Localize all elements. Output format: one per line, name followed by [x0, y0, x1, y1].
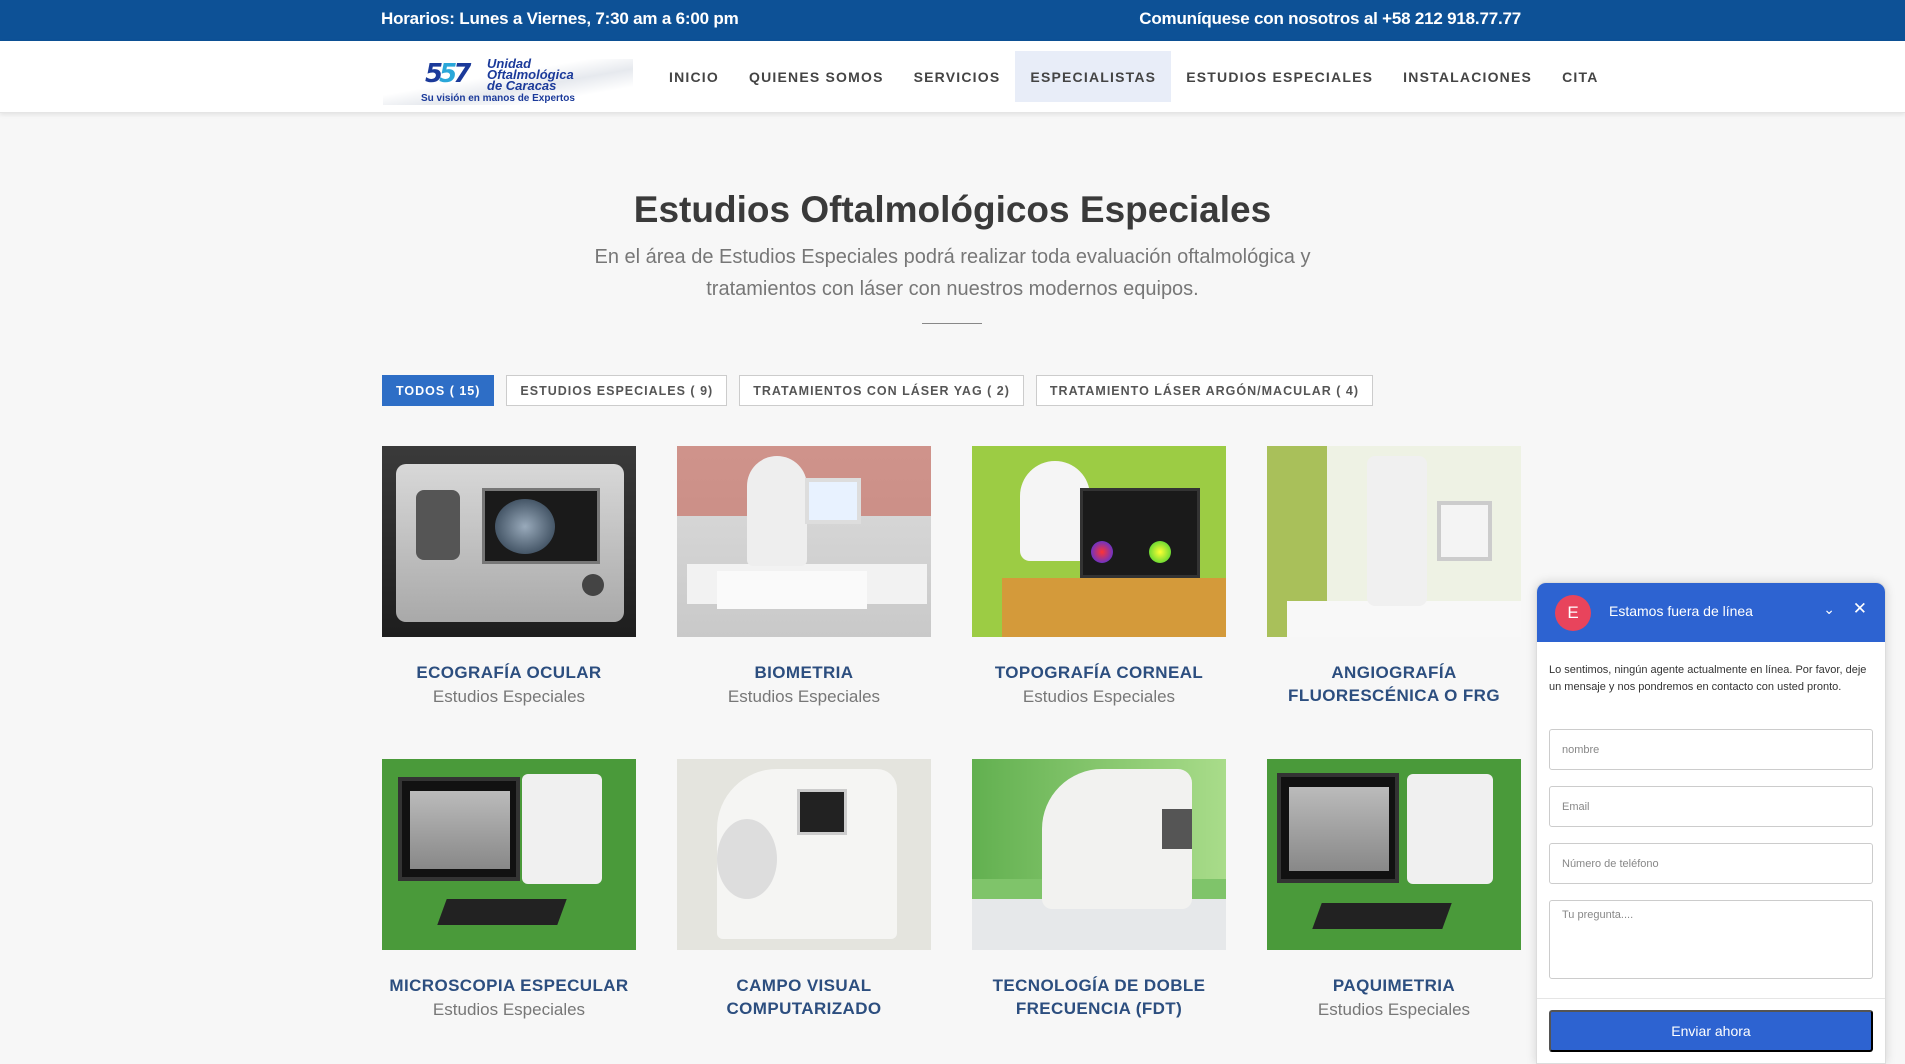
biometria-device-image[interactable]	[677, 446, 931, 637]
card-category: Estudios Especiales	[432, 1000, 586, 1019]
card-category: Estudios Especiales	[1022, 687, 1176, 706]
portfolio-card[interactable]: ECOGRAFÍA OCULAR Estudios Especiales	[382, 446, 636, 719]
filter-laser-argon[interactable]: TRATAMIENTO LÁSER ARGÓN/MACULAR ( 4)	[1035, 375, 1374, 406]
portfolio-card[interactable]: ANGIOGRAFÍA FLUORESCÉNICA O FRG	[1267, 446, 1521, 719]
angiografia-device-image[interactable]	[1267, 446, 1521, 637]
portfolio-card[interactable]: BIOMETRIA Estudios Especiales	[677, 446, 931, 719]
chat-offline-message: Lo sentimos, ningún agente actualmente e…	[1549, 664, 1867, 693]
portfolio-filters: TODOS ( 15) ESTUDIOS ESPECIALES ( 9) TRA…	[382, 375, 1374, 406]
chat-header[interactable]: E Estamos fuera de línea ⌄ ✕	[1537, 583, 1885, 642]
chat-send-button[interactable]: Enviar ahora	[1549, 1010, 1873, 1052]
nav-item-instalaciones[interactable]: INSTALACIONES	[1388, 51, 1547, 102]
business-hours: Horarios: Lunes a Viernes, 7:30 am a 6:0…	[381, 9, 739, 28]
card-title[interactable]: ANGIOGRAFÍA FLUORESCÉNICA O FRG	[1267, 661, 1521, 707]
nav-item-cita[interactable]: CITA	[1547, 51, 1613, 102]
logo-mark: 557	[425, 59, 471, 89]
nav-item-quienes-somos[interactable]: QUIENES SOMOS	[734, 51, 899, 102]
card-category: Estudios Especiales	[432, 687, 586, 706]
chat-email-input[interactable]: Email	[1549, 786, 1873, 827]
topografia-device-image[interactable]	[972, 446, 1226, 637]
fdt-device-image[interactable]	[972, 759, 1226, 950]
top-info-bar: Horarios: Lunes a Viernes, 7:30 am a 6:0…	[0, 0, 1905, 41]
portfolio-card[interactable]: PAQUIMETRIA Estudios Especiales	[1267, 759, 1521, 1032]
card-title[interactable]: BIOMETRIA	[677, 661, 931, 684]
nav-item-especialistas[interactable]: ESPECIALISTAS	[1015, 51, 1172, 102]
microscopia-device-image[interactable]	[382, 759, 636, 950]
page-subtitle: En el área de Estudios Especiales podrá …	[594, 246, 1311, 300]
filter-todos[interactable]: TODOS ( 15)	[382, 375, 495, 406]
nav-item-servicios[interactable]: SERVICIOS	[899, 51, 1016, 102]
chat-avatar: E	[1555, 595, 1591, 631]
chat-widget: E Estamos fuera de línea ⌄ ✕ Lo sentimos…	[1536, 582, 1886, 1064]
page-title: Estudios Oftalmológicos Especiales	[633, 189, 1272, 230]
chat-name-input[interactable]: nombre	[1549, 729, 1873, 770]
site-logo[interactable]: 557 Unidad Oftalmológica de Caracas Su v…	[383, 49, 633, 105]
close-icon[interactable]: ✕	[1853, 599, 1867, 619]
portfolio-card[interactable]: MICROSCOPIA ESPECULAR Estudios Especiale…	[382, 759, 636, 1032]
title-divider	[922, 323, 982, 324]
portfolio-grid: ECOGRAFÍA OCULAR Estudios Especiales BIO…	[382, 446, 1522, 1032]
contact-phone[interactable]: Comuníquese con nosotros al +58 212 918.…	[1139, 9, 1521, 29]
card-title[interactable]: TOPOGRAFÍA CORNEAL	[972, 661, 1226, 684]
paquimetria-device-image[interactable]	[1267, 759, 1521, 950]
card-title[interactable]: MICROSCOPIA ESPECULAR	[382, 974, 636, 997]
main-nav: INICIO QUIENES SOMOS SERVICIOS ESPECIALI…	[654, 51, 1614, 102]
campo-visual-device-image[interactable]	[677, 759, 931, 950]
chevron-down-icon[interactable]: ⌄	[1823, 601, 1835, 618]
main-navbar: 557 Unidad Oftalmológica de Caracas Su v…	[0, 41, 1905, 113]
ecografia-device-image[interactable]	[382, 446, 636, 637]
filter-laser-yag[interactable]: TRATAMIENTOS CON LÁSER YAG ( 2)	[739, 375, 1024, 406]
chat-question-textarea[interactable]: Tu pregunta....	[1549, 900, 1873, 979]
chat-status-title: Estamos fuera de línea	[1609, 603, 1753, 619]
portfolio-card[interactable]: TECNOLOGÍA DE DOBLE FRECUENCIA (FDT)	[972, 759, 1226, 1032]
chat-divider	[1537, 998, 1885, 999]
portfolio-card[interactable]: CAMPO VISUAL COMPUTARIZADO	[677, 759, 931, 1032]
card-title[interactable]: TECNOLOGÍA DE DOBLE FRECUENCIA (FDT)	[972, 974, 1226, 1020]
card-category: Estudios Especiales	[1317, 1000, 1471, 1019]
chat-phone-input[interactable]: Número de teléfono	[1549, 843, 1873, 884]
card-title[interactable]: CAMPO VISUAL COMPUTARIZADO	[677, 974, 931, 1020]
portfolio-card[interactable]: TOPOGRAFÍA CORNEAL Estudios Especiales	[972, 446, 1226, 719]
logo-tagline: Su visión en manos de Expertos	[421, 93, 575, 104]
card-title[interactable]: PAQUIMETRIA	[1267, 974, 1521, 997]
logo-name: Unidad Oftalmológica de Caracas	[487, 56, 574, 93]
card-category: Estudios Especiales	[727, 687, 881, 706]
filter-estudios-especiales[interactable]: ESTUDIOS ESPECIALES ( 9)	[506, 375, 728, 406]
card-title[interactable]: ECOGRAFÍA OCULAR	[382, 661, 636, 684]
nav-item-inicio[interactable]: INICIO	[654, 51, 734, 102]
nav-item-estudios-especiales[interactable]: ESTUDIOS ESPECIALES	[1171, 51, 1388, 102]
